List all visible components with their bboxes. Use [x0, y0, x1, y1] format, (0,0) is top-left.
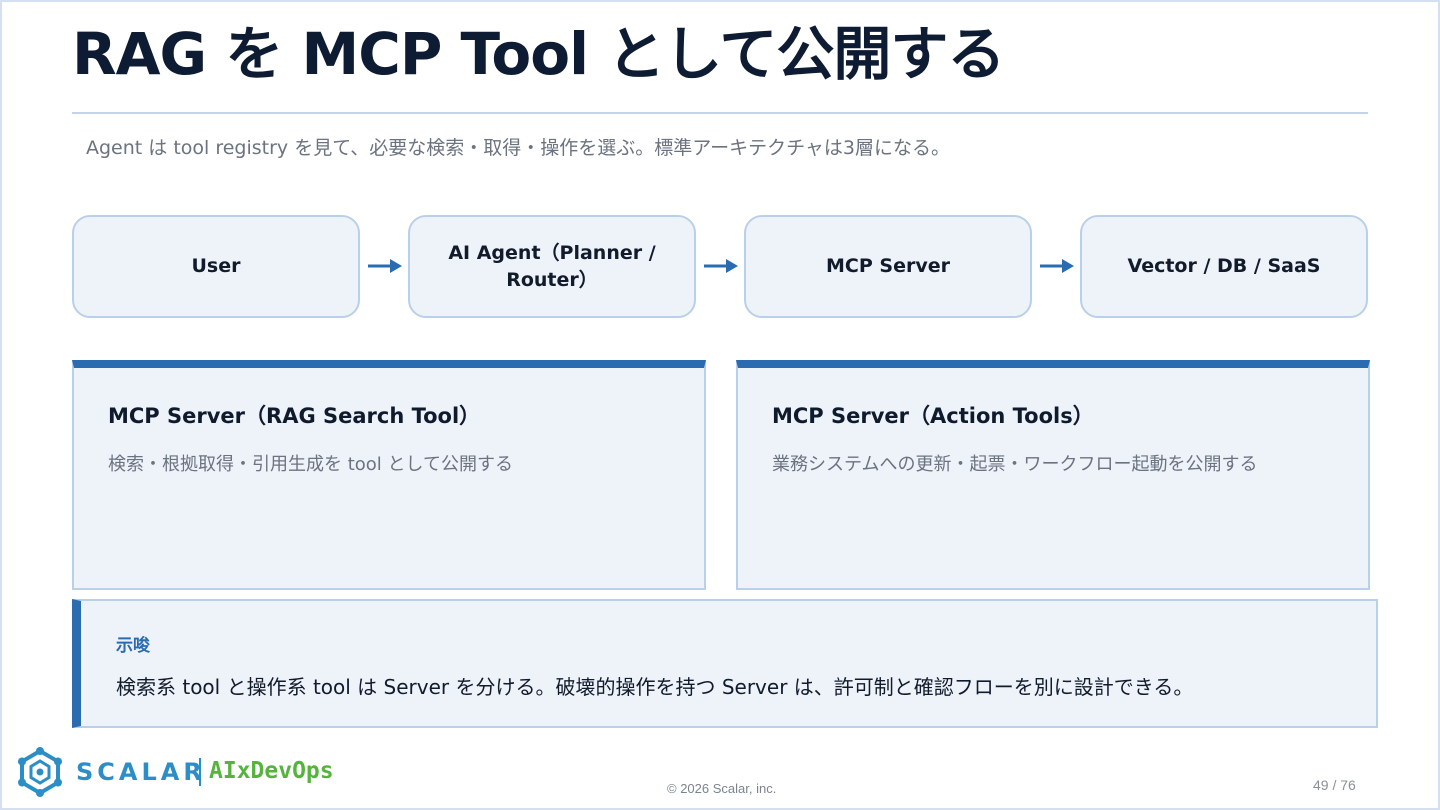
right-arrow-icon — [1040, 259, 1074, 273]
architecture-flow: User AI Agent（Planner / Router） MCP Serv… — [72, 215, 1369, 318]
card-action-tools: MCP Server（Action Tools） 業務システムへの更新・起票・ワ… — [736, 360, 1370, 590]
flow-node-label: User — [191, 255, 241, 277]
brand-name: SCALAR — [76, 758, 206, 786]
card-description: 業務システムへの更新・起票・ワークフロー起動を公開する — [772, 454, 1258, 475]
flow-node-label: Vector / DB / SaaS — [1127, 255, 1321, 277]
slide-title: RAG を MCP Tool として公開する — [72, 20, 1005, 88]
card-description: 検索・根拠取得・引用生成を tool として公開する — [108, 454, 513, 475]
right-arrow-icon — [704, 259, 738, 273]
scalar-logo-icon — [18, 747, 62, 797]
brand-divider — [199, 758, 201, 786]
flow-node-label: AI Agent（Planner / Router） — [448, 241, 656, 291]
title-divider — [72, 112, 1368, 114]
card-title: MCP Server（Action Tools） — [772, 404, 1094, 428]
product-name: AIxDevOps — [209, 758, 334, 784]
flow-node-user: User — [72, 215, 360, 318]
card-rag-search-tool: MCP Server（RAG Search Tool） 検索・根拠取得・引用生成… — [72, 360, 706, 590]
flow-node-ai-agent: AI Agent（Planner / Router） — [408, 215, 696, 318]
page-number: 49 / 76 — [1313, 777, 1356, 793]
flow-node-label: MCP Server — [826, 255, 950, 277]
card-title: MCP Server（RAG Search Tool） — [108, 404, 481, 428]
note-label: 示唆 — [116, 636, 150, 656]
flow-node-vector-db-saas: Vector / DB / SaaS — [1080, 215, 1368, 318]
note-text: 検索系 tool と操作系 tool は Server を分ける。破壊的操作を持… — [116, 675, 1194, 699]
slide-subtitle: Agent は tool registry を見て、必要な検索・取得・操作を選ぶ… — [86, 137, 951, 159]
flow-node-mcp-server: MCP Server — [744, 215, 1032, 318]
copyright: © 2026 Scalar, inc. — [667, 781, 777, 796]
right-arrow-icon — [368, 259, 402, 273]
insight-note: 示唆 検索系 tool と操作系 tool は Server を分ける。破壊的操… — [72, 599, 1378, 728]
